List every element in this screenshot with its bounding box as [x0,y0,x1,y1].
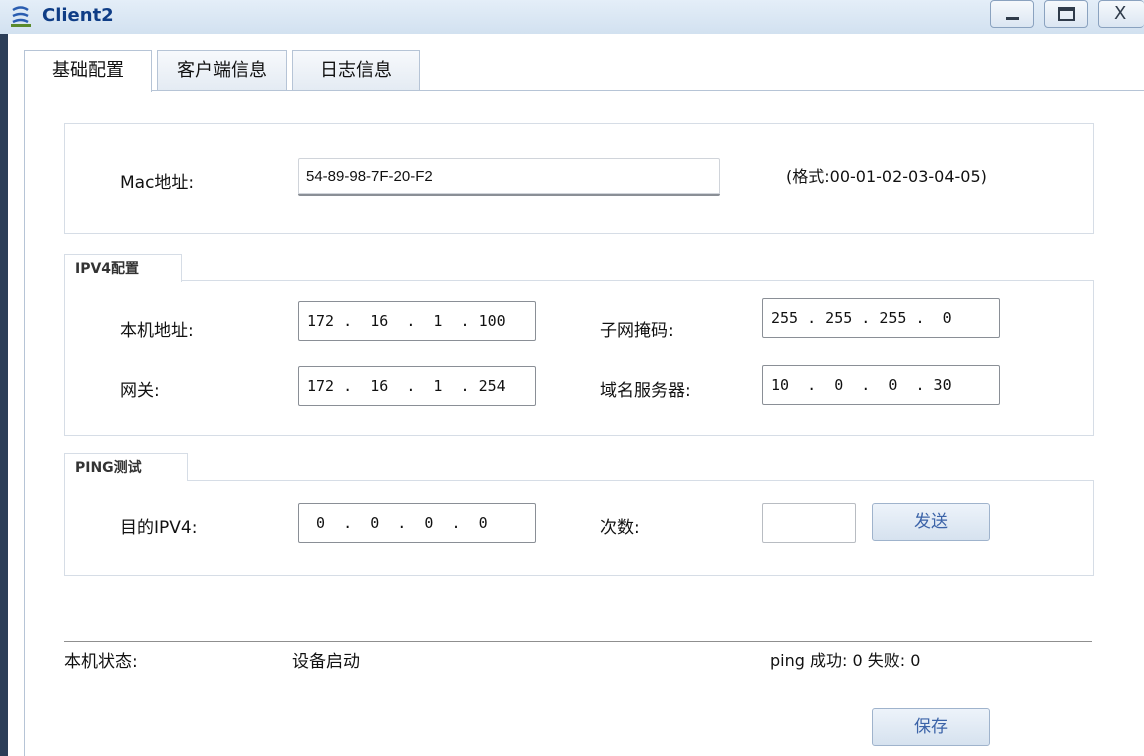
tab-log-info[interactable]: 日志信息 [292,50,420,90]
close-button[interactable]: X [1098,0,1144,28]
ipv4-section-title: IPV4配置 [64,254,182,282]
gateway-label: 网关: [120,381,160,401]
maximize-icon [1058,7,1075,21]
subnet-mask-label: 子网掩码: [600,321,674,341]
ping-count-input[interactable] [762,503,856,543]
dns-server-input[interactable]: 10 . 0 . 0 . 30 [762,365,1000,405]
client-app-icon [10,6,32,28]
mac-address-input[interactable]: 54-89-98-7F-20-F2 [298,158,720,196]
ping-destination-input[interactable]: 0 . 0 . 0 . 0 [298,503,536,543]
dns-server-label: 域名服务器: [600,381,691,401]
local-status-label: 本机状态: [64,652,138,672]
tab-basic-config[interactable]: 基础配置 [24,50,152,92]
status-divider [64,641,1092,642]
local-ip-label: 本机地址: [120,321,194,341]
ping-destination-label: 目的IPV4: [120,518,198,538]
close-icon: X [1114,3,1127,24]
ping-section-title: PING测试 [64,453,188,481]
tab-client-info[interactable]: 客户端信息 [157,50,287,90]
minimize-button[interactable] [990,0,1034,28]
mac-label: Mac地址: [120,173,195,193]
save-button[interactable]: 保存 [872,708,990,746]
gateway-input[interactable]: 172 . 16 . 1 . 254 [298,366,536,406]
local-ip-input[interactable]: 172 . 16 . 1 . 100 [298,301,536,341]
ping-count-label: 次数: [600,518,640,538]
local-status-value: 设备启动 [292,652,360,672]
minimize-icon [1006,17,1019,20]
window-title: Client2 [42,5,114,26]
subnet-mask-input[interactable]: 255 . 255 . 255 . 0 [762,298,1000,338]
window-left-border [0,34,8,756]
ping-result-summary: ping 成功: 0 失败: 0 [770,651,921,670]
title-bar: Client2 X [0,0,1144,34]
mac-format-hint: (格式:00-01-02-03-04-05) [786,167,987,186]
send-button[interactable]: 发送 [872,503,990,541]
maximize-button[interactable] [1044,0,1088,28]
